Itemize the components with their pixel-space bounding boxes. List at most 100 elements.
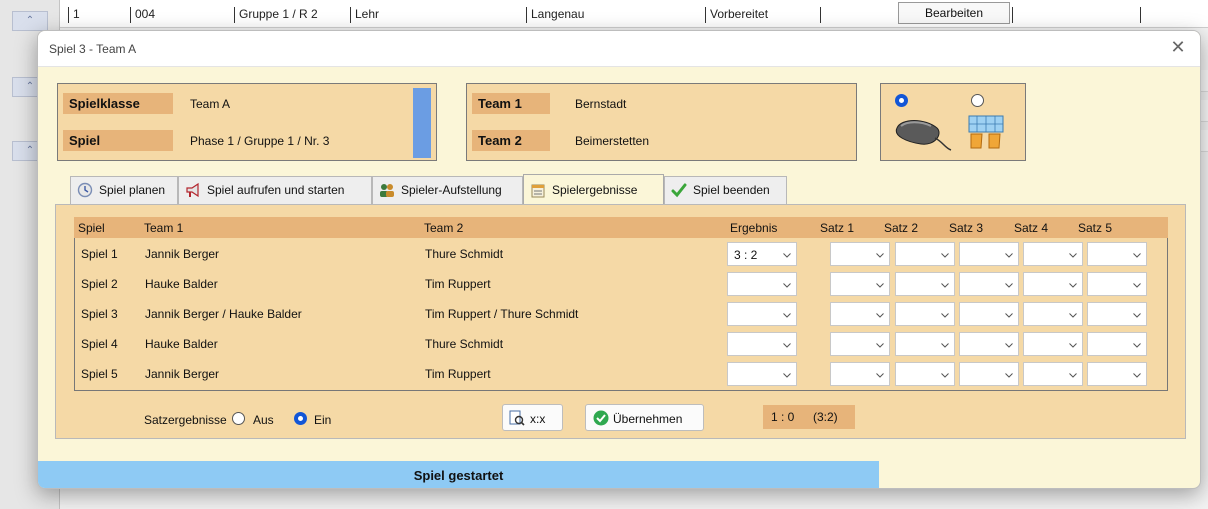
cell-team2: Tim Ruppert <box>425 367 491 381</box>
ergebnis-select[interactable] <box>727 272 797 296</box>
cell-team2: Tim Ruppert <box>425 277 491 291</box>
satz3-select[interactable] <box>959 242 1019 266</box>
satz2-select[interactable] <box>895 272 955 296</box>
bg-cell-state: Vorbereitet <box>705 7 768 23</box>
bg-cell-location: Langenau <box>526 7 584 23</box>
satz1-select[interactable] <box>830 332 890 356</box>
tab-label: Spieler-Aufstellung <box>401 183 502 197</box>
header-satz2: Satz 2 <box>884 221 919 235</box>
satz2-select[interactable] <box>895 242 955 266</box>
ergebnis-select[interactable] <box>727 302 797 326</box>
satz4-select[interactable] <box>1023 332 1083 356</box>
satz1-select[interactable] <box>830 272 890 296</box>
satzergebnisse-ein-radio[interactable] <box>294 412 307 425</box>
table-row: Spiel 5 Jannik Berger Tim Ruppert <box>75 358 1167 388</box>
score-main: 1 : 0 <box>771 410 795 424</box>
expander-icon[interactable]: ⌃ <box>12 11 48 31</box>
team2-value: Beimerstetten <box>575 134 650 148</box>
bg-cell-group: Gruppe 1 / R 2 <box>234 7 318 23</box>
status-bar: Spiel gestartet <box>38 461 879 488</box>
cell-team1: Hauke Balder <box>145 277 218 291</box>
satz5-select[interactable] <box>1087 302 1147 326</box>
satz1-select[interactable] <box>830 242 890 266</box>
satz3-select[interactable] <box>959 272 1019 296</box>
cell-spiel: Spiel 3 <box>81 307 118 321</box>
ergebnis-select[interactable] <box>727 362 797 386</box>
aus-label: Aus <box>253 413 274 427</box>
game-dialog: Spiel 3 - Team A ✕ Spielklasse Team A Sp… <box>37 30 1201 489</box>
satz3-select[interactable] <box>959 302 1019 326</box>
satz4-select[interactable] <box>1023 272 1083 296</box>
cell-spiel: Spiel 2 <box>81 277 118 291</box>
spielklasse-label: Spielklasse <box>63 93 173 114</box>
header-ergebnis: Ergebnis <box>730 221 778 235</box>
header-satz1: Satz 1 <box>820 221 855 235</box>
satz1-select[interactable] <box>830 362 890 386</box>
satz4-select[interactable] <box>1023 362 1083 386</box>
ergebnis-value: 3 : 2 <box>734 248 758 262</box>
mouse-mode-radio[interactable] <box>895 94 908 107</box>
cell-team1: Hauke Balder <box>145 337 218 351</box>
table-row: Spiel 2 Hauke Balder Tim Ruppert <box>75 268 1167 298</box>
uebernehmen-button[interactable]: Übernehmen <box>585 404 704 431</box>
table-row: Spiel 1 Jannik Berger Thure Schmidt 3 : 2 <box>75 238 1167 268</box>
satz3-select[interactable] <box>959 362 1019 386</box>
tab-spielergebnisse[interactable]: Spielergebnisse <box>523 174 664 204</box>
dialog-title: Spiel 3 - Team A <box>49 42 137 56</box>
background-row[interactable]: 1 004 Gruppe 1 / R 2 Lehr Langenau Vorbe… <box>60 0 1208 28</box>
bearbeiten-button[interactable]: Bearbeiten <box>898 2 1010 24</box>
satz2-select[interactable] <box>895 362 955 386</box>
bg-cell-type: Lehr <box>350 7 379 23</box>
tab-spiel-beenden[interactable]: Spiel beenden <box>664 176 787 205</box>
satz2-select[interactable] <box>895 302 955 326</box>
satz4-select[interactable] <box>1023 242 1083 266</box>
satz4-select[interactable] <box>1023 302 1083 326</box>
uebernehmen-button-label: Übernehmen <box>613 412 683 426</box>
color-indicator <box>413 88 431 158</box>
cell-team1: Jannik Berger <box>145 367 220 381</box>
results-grid-header: Spiel Team 1 Team 2 Ergebnis Satz 1 Satz… <box>74 217 1168 238</box>
cell-spiel: Spiel 1 <box>81 247 118 261</box>
ergebnis-select[interactable] <box>727 332 797 356</box>
cell-team1: Jannik Berger <box>145 247 220 261</box>
satzergebnisse-aus-radio[interactable] <box>232 412 245 425</box>
megaphone-icon <box>186 182 199 197</box>
satz5-select[interactable] <box>1087 242 1147 266</box>
confirm-icon <box>593 410 609 426</box>
satzergebnisse-label: Satzergebnisse <box>144 413 227 427</box>
players-icon <box>380 183 394 197</box>
teams-info-box: Team 1 Bernstadt Team 2 Beimerstetten <box>466 83 857 161</box>
mouse-icon <box>895 120 952 151</box>
cell-team2: Thure Schmidt <box>425 247 504 261</box>
bg-cell-id: 004 <box>130 7 155 23</box>
satz5-select[interactable] <box>1087 272 1147 296</box>
keyboard-hands-icon <box>968 115 1004 149</box>
ergebnis-select[interactable]: 3 : 2 <box>727 242 797 266</box>
close-icon[interactable]: ✕ <box>1164 35 1192 61</box>
class-info-box: Spielklasse Team A Spiel Phase 1 / Grupp… <box>57 83 437 161</box>
satz3-select[interactable] <box>959 332 1019 356</box>
header-satz4: Satz 4 <box>1014 221 1049 235</box>
results-panel: Spiel Team 1 Team 2 Ergebnis Satz 1 Satz… <box>55 204 1186 439</box>
input-mode-box <box>880 83 1026 161</box>
team1-label: Team 1 <box>472 93 550 114</box>
tab-spiel-aufrufen[interactable]: Spiel aufrufen und starten <box>178 176 372 205</box>
tab-spiel-planen[interactable]: Spiel planen <box>70 176 178 205</box>
satz2-select[interactable] <box>895 332 955 356</box>
score-summary: 1 : 0 (3:2) <box>763 405 855 429</box>
cell-team1: Jannik Berger / Hauke Balder <box>145 307 302 321</box>
tab-spieler-aufstellung[interactable]: Spieler-Aufstellung <box>372 176 523 205</box>
spiel-label: Spiel <box>63 130 173 151</box>
satz5-select[interactable] <box>1087 332 1147 356</box>
satz5-select[interactable] <box>1087 362 1147 386</box>
header-satz3: Satz 3 <box>949 221 984 235</box>
xx-button[interactable]: x:x <box>502 404 563 431</box>
keyboard-mode-radio[interactable] <box>971 94 984 107</box>
cell-spiel: Spiel 5 <box>81 367 118 381</box>
team2-label: Team 2 <box>472 130 550 151</box>
xx-button-label: x:x <box>530 412 546 426</box>
cell-team2: Thure Schmidt <box>425 337 504 351</box>
spielklasse-value: Team A <box>190 97 231 111</box>
satz1-select[interactable] <box>830 302 890 326</box>
dialog-titlebar[interactable]: Spiel 3 - Team A ✕ <box>38 31 1200 67</box>
